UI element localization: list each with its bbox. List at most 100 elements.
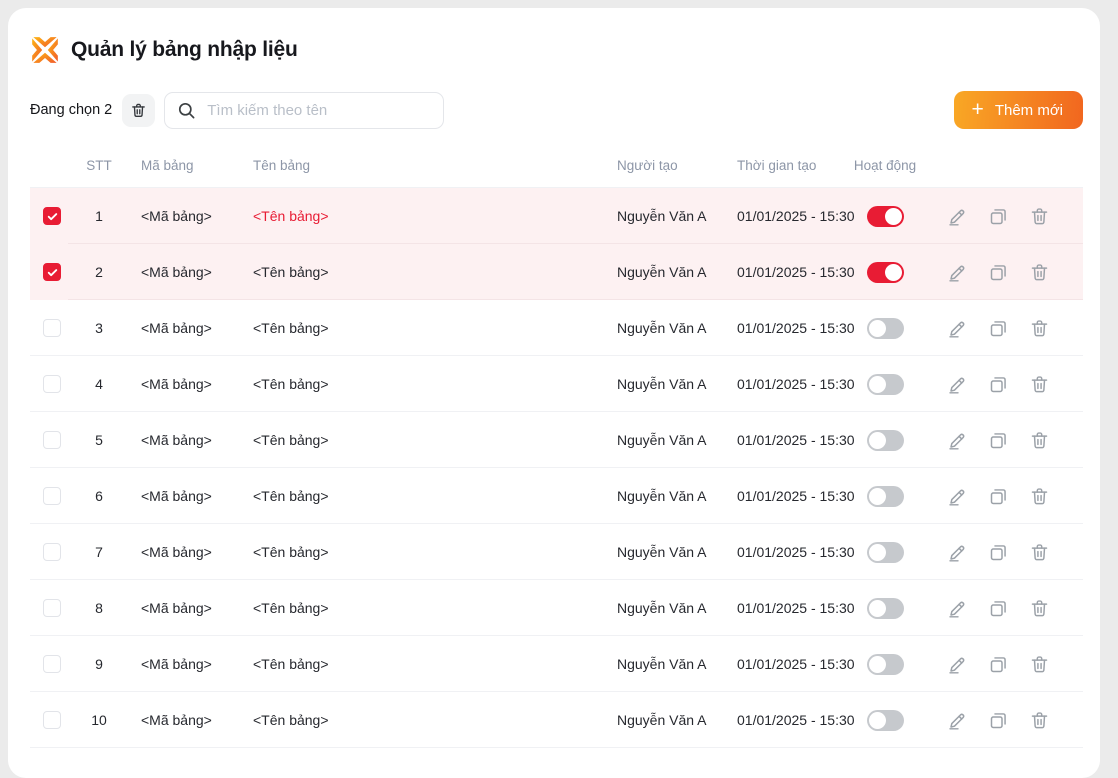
delete-button[interactable]: [1029, 486, 1050, 507]
content-card: Quản lý bảng nhập liệu Đang chọn 2: [8, 8, 1100, 778]
pencil-icon: [947, 262, 968, 283]
cell-nguoi-tao: Nguyễn Văn A: [595, 656, 707, 672]
header-stt: STT: [68, 158, 130, 173]
active-toggle[interactable]: [867, 262, 904, 283]
edit-button[interactable]: [947, 710, 968, 731]
cell-ma-bang: <Mã bảng>: [130, 600, 242, 616]
add-new-button-label: Thêm mới: [995, 102, 1063, 119]
trash-icon: [1029, 262, 1050, 283]
active-toggle[interactable]: [867, 374, 904, 395]
table-row: 6 <Mã bảng> <Tên bảng> Nguyễn Văn A 01/0…: [30, 468, 1083, 524]
active-toggle[interactable]: [867, 430, 904, 451]
bulk-delete-button[interactable]: [122, 94, 155, 127]
edit-button[interactable]: [947, 262, 968, 283]
search-box[interactable]: [164, 92, 444, 129]
copy-icon: [988, 374, 1009, 395]
duplicate-button[interactable]: [988, 710, 1009, 731]
trash-icon: [1029, 318, 1050, 339]
row-checkbox[interactable]: [43, 263, 61, 281]
cell-ma-bang: <Mã bảng>: [130, 544, 242, 560]
add-new-button[interactable]: + Thêm mới: [954, 91, 1083, 129]
delete-button[interactable]: [1029, 598, 1050, 619]
row-checkbox[interactable]: [43, 319, 61, 337]
edit-button[interactable]: [947, 542, 968, 563]
table-row: 8 <Mã bảng> <Tên bảng> Nguyễn Văn A 01/0…: [30, 580, 1083, 636]
copy-icon: [988, 262, 1009, 283]
duplicate-button[interactable]: [988, 262, 1009, 283]
cell-stt: 2: [68, 264, 130, 280]
cell-ma-bang: <Mã bảng>: [130, 656, 242, 672]
cell-ten-bang: <Tên bảng>: [242, 488, 595, 504]
cell-thoi-gian-tao: 01/01/2025 - 15:30: [707, 712, 845, 728]
duplicate-button[interactable]: [988, 486, 1009, 507]
header-nguoi-tao: Người tạo: [595, 158, 707, 173]
row-checkbox[interactable]: [43, 655, 61, 673]
delete-button[interactable]: [1029, 430, 1050, 451]
active-toggle[interactable]: [867, 318, 904, 339]
cell-nguoi-tao: Nguyễn Văn A: [595, 712, 707, 728]
duplicate-button[interactable]: [988, 598, 1009, 619]
duplicate-button[interactable]: [988, 654, 1009, 675]
page-title: Quản lý bảng nhập liệu: [71, 38, 298, 62]
delete-button[interactable]: [1029, 262, 1050, 283]
row-checkbox[interactable]: [43, 375, 61, 393]
edit-button[interactable]: [947, 486, 968, 507]
table-body: 1 <Mã bảng> <Tên bảng> Nguyễn Văn A 01/0…: [30, 188, 1083, 748]
row-checkbox[interactable]: [43, 711, 61, 729]
trash-icon: [1029, 206, 1050, 227]
cell-ten-bang: <Tên bảng>: [242, 544, 595, 560]
trash-icon: [1029, 654, 1050, 675]
active-toggle[interactable]: [867, 206, 904, 227]
cell-ten-bang: <Tên bảng>: [242, 320, 595, 336]
copy-icon: [988, 430, 1009, 451]
trash-icon: [1029, 710, 1050, 731]
duplicate-button[interactable]: [988, 206, 1009, 227]
edit-button[interactable]: [947, 206, 968, 227]
header-ten-bang: Tên bảng: [242, 158, 595, 173]
cell-ma-bang: <Mã bảng>: [130, 264, 242, 280]
edit-button[interactable]: [947, 598, 968, 619]
cell-nguoi-tao: Nguyễn Văn A: [595, 376, 707, 392]
cell-thoi-gian-tao: 01/01/2025 - 15:30: [707, 656, 845, 672]
active-toggle[interactable]: [867, 598, 904, 619]
search-input[interactable]: [205, 101, 431, 120]
edit-button[interactable]: [947, 654, 968, 675]
edit-button[interactable]: [947, 430, 968, 451]
pencil-icon: [947, 318, 968, 339]
edit-button[interactable]: [947, 318, 968, 339]
delete-button[interactable]: [1029, 206, 1050, 227]
edit-button[interactable]: [947, 374, 968, 395]
row-checkbox[interactable]: [43, 431, 61, 449]
delete-button[interactable]: [1029, 654, 1050, 675]
copy-icon: [988, 542, 1009, 563]
cell-ma-bang: <Mã bảng>: [130, 208, 242, 224]
row-checkbox[interactable]: [43, 599, 61, 617]
delete-button[interactable]: [1029, 710, 1050, 731]
active-toggle[interactable]: [867, 486, 904, 507]
delete-button[interactable]: [1029, 318, 1050, 339]
header-thoi-gian-tao: Thời gian tạo: [707, 158, 845, 173]
active-toggle[interactable]: [867, 654, 904, 675]
duplicate-button[interactable]: [988, 374, 1009, 395]
app-logo-icon: [30, 36, 60, 64]
cell-ten-bang: <Tên bảng>: [242, 264, 595, 280]
delete-button[interactable]: [1029, 542, 1050, 563]
cell-ten-bang: <Tên bảng>: [242, 376, 595, 392]
table-row: 5 <Mã bảng> <Tên bảng> Nguyễn Văn A 01/0…: [30, 412, 1083, 468]
active-toggle[interactable]: [867, 542, 904, 563]
duplicate-button[interactable]: [988, 542, 1009, 563]
copy-icon: [988, 318, 1009, 339]
duplicate-button[interactable]: [988, 318, 1009, 339]
active-toggle[interactable]: [867, 710, 904, 731]
data-table: STT Mã bảng Tên bảng Người tạo Thời gian…: [30, 144, 1083, 748]
row-checkbox[interactable]: [43, 487, 61, 505]
selection-count-label: Đang chọn 2: [30, 102, 112, 118]
row-checkbox[interactable]: [43, 207, 61, 225]
duplicate-button[interactable]: [988, 430, 1009, 451]
delete-button[interactable]: [1029, 374, 1050, 395]
table-row: 2 <Mã bảng> <Tên bảng> Nguyễn Văn A 01/0…: [30, 244, 1083, 300]
row-checkbox[interactable]: [43, 543, 61, 561]
table-row: 10 <Mã bảng> <Tên bảng> Nguyễn Văn A 01/…: [30, 692, 1083, 748]
trash-icon: [1029, 542, 1050, 563]
pencil-icon: [947, 486, 968, 507]
